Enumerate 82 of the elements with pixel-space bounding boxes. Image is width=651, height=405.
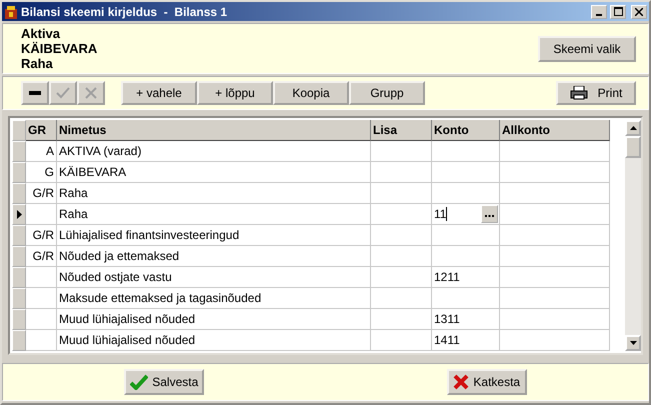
name-cell: Maksude ettemaksed ja tagasinõuded: [57, 288, 371, 309]
account-cell: 11: [432, 204, 500, 225]
minus-button[interactable]: [21, 81, 49, 105]
close-icon: [635, 8, 643, 16]
check-icon: [56, 87, 70, 99]
maximize-icon: [614, 7, 622, 16]
save-button[interactable]: Salvesta: [124, 369, 204, 395]
checkmark-icon: [130, 374, 148, 390]
name-cell: Nõuded ja ettemaksed: [57, 246, 371, 267]
minimize-button[interactable]: [591, 4, 607, 18]
group-cell: [26, 309, 57, 330]
extra-cell: [371, 267, 432, 288]
name-cell: Nõuded ostjate vastu: [57, 267, 371, 288]
account-cell: [432, 162, 500, 183]
group-cell: [26, 288, 57, 309]
lookup-button[interactable]: [481, 205, 498, 223]
extra-cell: [371, 309, 432, 330]
account-cell: 1411: [432, 330, 500, 351]
account-cell: [432, 141, 500, 162]
window-title: Bilansi skeemi kirjeldus - Bilanss 1: [21, 4, 228, 18]
account-cell: [432, 183, 500, 204]
row-selector[interactable]: [12, 204, 26, 225]
cancel-button[interactable]: Katkesta: [446, 369, 527, 395]
column-header[interactable]: Nimetus: [57, 120, 371, 141]
column-header[interactable]: Allkonto: [500, 120, 610, 141]
name-cell: Muud lühiajalised nõuded: [57, 330, 371, 351]
account-cell: [432, 246, 500, 267]
column-header[interactable]: Lisa: [371, 120, 432, 141]
group-cell: G: [26, 162, 57, 183]
toolbar-button[interactable]: + lõppu: [197, 81, 273, 105]
group-cell: G/R: [26, 183, 57, 204]
button-label: Salvesta: [152, 375, 198, 389]
extra-cell: [371, 330, 432, 351]
print-label: Print: [598, 86, 622, 100]
toolbar-button[interactable]: Grupp: [349, 81, 425, 105]
group-cell: G/R: [26, 246, 57, 267]
breadcrumb-label: KÄIBEVARA: [21, 41, 98, 56]
column-header[interactable]: Konto: [432, 120, 500, 141]
group-cell: [26, 330, 57, 351]
group-cell: [26, 204, 57, 225]
toolbar-button[interactable]: Koopia: [273, 81, 349, 105]
account-cell: 1211: [432, 267, 500, 288]
extra-cell: [371, 183, 432, 204]
group-cell: A: [26, 141, 57, 162]
printer-icon: [570, 86, 588, 100]
button-label: Katkesta: [473, 375, 520, 389]
minus-icon: [29, 91, 41, 95]
toolbar-button[interactable]: + vahele: [121, 81, 197, 105]
app-icon: [4, 4, 18, 18]
name-cell: Muud lühiajalised nõuded: [57, 309, 371, 330]
group-cell: [26, 267, 57, 288]
print-button[interactable]: Print: [556, 81, 636, 105]
scroll-down-icon[interactable]: [630, 341, 636, 345]
scroll-up-icon[interactable]: [630, 126, 636, 130]
extra-cell: [371, 204, 432, 225]
extra-cell: [371, 141, 432, 162]
account-cell: [432, 225, 500, 246]
name-cell: Lühiajalised finantsinvesteeringud: [57, 225, 371, 246]
scheme-select-button[interactable]: Skeemi valik: [538, 36, 636, 62]
extra-cell: [371, 225, 432, 246]
breadcrumb-label: Raha: [21, 56, 54, 71]
cross-icon: [453, 374, 470, 390]
breadcrumb-label: Aktiva: [21, 26, 62, 41]
scrollbar-thumb[interactable]: [625, 136, 641, 158]
close-icon: [85, 87, 97, 99]
vertical-scrollbar[interactable]: [625, 120, 641, 351]
account-cell: [432, 288, 500, 309]
name-cell: AKTIVA (varad): [57, 141, 371, 162]
group-cell: G/R: [26, 225, 57, 246]
current-row-icon: [16, 210, 22, 219]
name-cell: KÄIBEVARA: [57, 162, 371, 183]
maximize-button[interactable]: [610, 4, 626, 18]
account-cell: 1311: [432, 309, 500, 330]
name-cell: Raha: [57, 183, 371, 204]
extra-cell: [371, 288, 432, 309]
extra-cell: [371, 162, 432, 183]
extra-cell: [371, 246, 432, 267]
column-header[interactable]: GR: [26, 120, 57, 141]
row-header: [12, 120, 26, 141]
close-button[interactable]: [631, 4, 647, 18]
minimize-icon: [596, 14, 602, 16]
name-cell: Raha: [57, 204, 371, 225]
